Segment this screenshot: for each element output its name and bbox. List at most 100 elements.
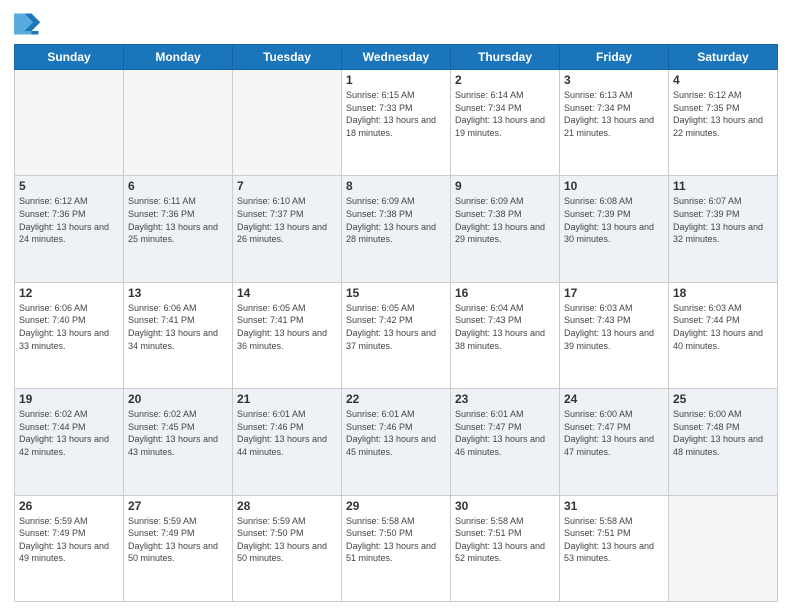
day-number: 12 [19, 286, 119, 300]
cell-info: Sunrise: 6:03 AMSunset: 7:44 PMDaylight:… [673, 302, 773, 352]
day-number: 19 [19, 392, 119, 406]
day-number: 18 [673, 286, 773, 300]
cell-info: Sunrise: 6:13 AMSunset: 7:34 PMDaylight:… [564, 89, 664, 139]
day-number: 16 [455, 286, 555, 300]
calendar-cell: 31 Sunrise: 5:58 AMSunset: 7:51 PMDayligh… [560, 495, 669, 601]
day-number: 7 [237, 179, 337, 193]
cell-info: Sunrise: 6:04 AMSunset: 7:43 PMDaylight:… [455, 302, 555, 352]
cell-info: Sunrise: 6:15 AMSunset: 7:33 PMDaylight:… [346, 89, 446, 139]
calendar-cell: 2Sunrise: 6:14 AMSunset: 7:34 PMDaylight… [451, 70, 560, 176]
day-number: 3 [564, 73, 664, 87]
calendar-week-row: 1 Sunrise: 6:15 AMSunset: 7:33 PMDaylight… [15, 70, 778, 176]
cell-info: Sunrise: 6:01 AMSunset: 7:46 PMDaylight:… [237, 408, 337, 458]
day-number: 31 [564, 499, 664, 513]
cell-info: Sunrise: 6:01 AMSunset: 7:46 PMDaylight:… [346, 408, 446, 458]
cell-info: Sunrise: 5:58 AMSunset: 7:51 PMDaylight:… [455, 515, 555, 565]
cell-info: Sunrise: 5:59 AMSunset: 7:49 PMDaylight:… [19, 515, 119, 565]
logo-icon [14, 10, 42, 38]
calendar-cell [233, 70, 342, 176]
day-number: 17 [564, 286, 664, 300]
calendar-cell: 27 Sunrise: 5:59 AMSunset: 7:49 PMDayligh… [124, 495, 233, 601]
day-header-friday: Friday [560, 45, 669, 70]
calendar-cell: 6Sunrise: 6:11 AMSunset: 7:36 PMDaylight… [124, 176, 233, 282]
day-header-wednesday: Wednesday [342, 45, 451, 70]
day-number: 22 [346, 392, 446, 406]
calendar-cell: 23 Sunrise: 6:01 AMSunset: 7:47 PMDayligh… [451, 389, 560, 495]
calendar-cell: 7Sunrise: 6:10 AMSunset: 7:37 PMDaylight… [233, 176, 342, 282]
calendar-week-row: 19 Sunrise: 6:02 AMSunset: 7:44 PMDayligh… [15, 389, 778, 495]
cell-info: Sunrise: 6:06 AMSunset: 7:40 PMDaylight:… [19, 302, 119, 352]
cell-info: Sunrise: 6:07 AMSunset: 7:39 PMDaylight:… [673, 195, 773, 245]
calendar-cell: 11 Sunrise: 6:07 AMSunset: 7:39 PMDayligh… [669, 176, 778, 282]
cell-info: Sunrise: 5:59 AMSunset: 7:49 PMDaylight:… [128, 515, 228, 565]
cell-info: Sunrise: 6:12 AMSunset: 7:36 PMDaylight:… [19, 195, 119, 245]
cell-info: Sunrise: 6:09 AMSunset: 7:38 PMDaylight:… [455, 195, 555, 245]
calendar-cell [669, 495, 778, 601]
calendar-cell: 21 Sunrise: 6:01 AMSunset: 7:46 PMDayligh… [233, 389, 342, 495]
calendar-cell: 1 Sunrise: 6:15 AMSunset: 7:33 PMDaylight… [342, 70, 451, 176]
day-header-sunday: Sunday [15, 45, 124, 70]
day-header-monday: Monday [124, 45, 233, 70]
cell-info: Sunrise: 6:02 AMSunset: 7:45 PMDaylight:… [128, 408, 228, 458]
day-number: 21 [237, 392, 337, 406]
calendar-cell: 8 Sunrise: 6:09 AMSunset: 7:38 PMDaylight… [342, 176, 451, 282]
header [14, 10, 778, 38]
day-number: 27 [128, 499, 228, 513]
cell-info: Sunrise: 6:02 AMSunset: 7:44 PMDaylight:… [19, 408, 119, 458]
calendar-cell: 28 Sunrise: 5:59 AMSunset: 7:50 PMDayligh… [233, 495, 342, 601]
calendar-cell: 24Sunrise: 6:00 AMSunset: 7:47 PMDayligh… [560, 389, 669, 495]
day-number: 11 [673, 179, 773, 193]
calendar-cell: 13Sunrise: 6:06 AMSunset: 7:41 PMDayligh… [124, 282, 233, 388]
day-number: 20 [128, 392, 228, 406]
cell-info: Sunrise: 6:03 AMSunset: 7:43 PMDaylight:… [564, 302, 664, 352]
day-number: 30 [455, 499, 555, 513]
day-number: 9 [455, 179, 555, 193]
calendar-cell: 9 Sunrise: 6:09 AMSunset: 7:38 PMDaylight… [451, 176, 560, 282]
cell-info: Sunrise: 5:59 AMSunset: 7:50 PMDaylight:… [237, 515, 337, 565]
calendar-cell: 4 Sunrise: 6:12 AMSunset: 7:35 PMDaylight… [669, 70, 778, 176]
cell-info: Sunrise: 6:12 AMSunset: 7:35 PMDaylight:… [673, 89, 773, 139]
calendar-cell: 18 Sunrise: 6:03 AMSunset: 7:44 PMDayligh… [669, 282, 778, 388]
calendar-cell: 16 Sunrise: 6:04 AMSunset: 7:43 PMDayligh… [451, 282, 560, 388]
day-number: 25 [673, 392, 773, 406]
day-header-thursday: Thursday [451, 45, 560, 70]
cell-info: Sunrise: 6:06 AMSunset: 7:41 PMDaylight:… [128, 302, 228, 352]
day-number: 4 [673, 73, 773, 87]
cell-info: Sunrise: 6:00 AMSunset: 7:48 PMDaylight:… [673, 408, 773, 458]
cell-info: Sunrise: 6:01 AMSunset: 7:47 PMDaylight:… [455, 408, 555, 458]
logo [14, 10, 46, 38]
cell-info: Sunrise: 6:05 AMSunset: 7:41 PMDaylight:… [237, 302, 337, 352]
cell-info: Sunrise: 6:09 AMSunset: 7:38 PMDaylight:… [346, 195, 446, 245]
day-number: 28 [237, 499, 337, 513]
calendar-week-row: 5 Sunrise: 6:12 AMSunset: 7:36 PMDaylight… [15, 176, 778, 282]
calendar-cell: 30 Sunrise: 5:58 AMSunset: 7:51 PMDayligh… [451, 495, 560, 601]
day-number: 23 [455, 392, 555, 406]
day-number: 24 [564, 392, 664, 406]
page: SundayMondayTuesdayWednesdayThursdayFrid… [0, 0, 792, 612]
calendar-header-row: SundayMondayTuesdayWednesdayThursdayFrid… [15, 45, 778, 70]
calendar-cell: 14 Sunrise: 6:05 AMSunset: 7:41 PMDayligh… [233, 282, 342, 388]
calendar-cell [15, 70, 124, 176]
calendar-cell [124, 70, 233, 176]
calendar-cell: 15Sunrise: 6:05 AMSunset: 7:42 PMDayligh… [342, 282, 451, 388]
calendar-cell: 10Sunrise: 6:08 AMSunset: 7:39 PMDayligh… [560, 176, 669, 282]
day-number: 8 [346, 179, 446, 193]
day-number: 1 [346, 73, 446, 87]
calendar-cell: 25 Sunrise: 6:00 AMSunset: 7:48 PMDayligh… [669, 389, 778, 495]
calendar-week-row: 12 Sunrise: 6:06 AMSunset: 7:40 PMDayligh… [15, 282, 778, 388]
day-number: 2 [455, 73, 555, 87]
calendar-cell: 12 Sunrise: 6:06 AMSunset: 7:40 PMDayligh… [15, 282, 124, 388]
calendar-week-row: 26 Sunrise: 5:59 AMSunset: 7:49 PMDayligh… [15, 495, 778, 601]
cell-info: Sunrise: 6:08 AMSunset: 7:39 PMDaylight:… [564, 195, 664, 245]
day-number: 5 [19, 179, 119, 193]
calendar-cell: 17 Sunrise: 6:03 AMSunset: 7:43 PMDayligh… [560, 282, 669, 388]
calendar-cell: 22 Sunrise: 6:01 AMSunset: 7:46 PMDayligh… [342, 389, 451, 495]
calendar-cell: 19 Sunrise: 6:02 AMSunset: 7:44 PMDayligh… [15, 389, 124, 495]
day-number: 29 [346, 499, 446, 513]
day-number: 15 [346, 286, 446, 300]
day-number: 14 [237, 286, 337, 300]
calendar-cell: 5 Sunrise: 6:12 AMSunset: 7:36 PMDaylight… [15, 176, 124, 282]
day-number: 26 [19, 499, 119, 513]
cell-info: Sunrise: 5:58 AMSunset: 7:51 PMDaylight:… [564, 515, 664, 565]
calendar-cell: 20 Sunrise: 6:02 AMSunset: 7:45 PMDayligh… [124, 389, 233, 495]
